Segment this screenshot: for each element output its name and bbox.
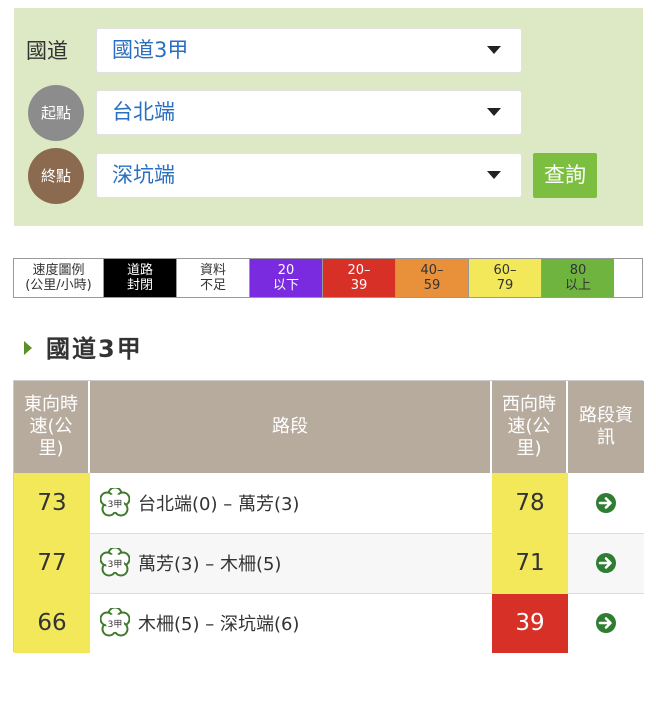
segment-name: 萬芳(3) – 木柵(5) — [138, 554, 282, 575]
arrow-right-circle-icon[interactable] — [595, 612, 617, 634]
table-row: 66 3甲 木柵(5) – 深坑端(6) 39 — [14, 593, 644, 653]
triangle-right-icon — [24, 341, 32, 355]
legend-cell: 速度圖例 (公里/小時) — [14, 259, 104, 297]
legend-label: 40– 59 — [420, 263, 444, 293]
legend-cell: 60– 79 — [469, 259, 542, 297]
start-select-value: 台北端 — [112, 100, 175, 124]
start-point-badge: 起點 — [28, 85, 84, 141]
legend-label: 速度圖例 (公里/小時) — [25, 263, 92, 293]
road-select-value: 國道3甲 — [112, 38, 189, 62]
legend-cell: 道路 封閉 — [104, 259, 177, 297]
header-segment: 路段 — [90, 381, 492, 473]
start-select[interactable]: 台北端 — [96, 90, 522, 135]
chevron-down-icon — [487, 108, 501, 116]
legend-cell: 80 以上 — [542, 259, 614, 297]
east-speed-cell: 73 — [14, 473, 90, 533]
east-speed-cell: 66 — [14, 593, 90, 653]
legend-label: 60– 79 — [493, 263, 517, 293]
row-divider — [14, 593, 644, 594]
table-row: 73 3甲 台北端(0) – 萬芳(3) 78 — [14, 473, 644, 533]
legend-label: 資料 不足 — [199, 263, 226, 293]
west-speed-cell: 39 — [492, 593, 568, 653]
legend-cell: 40– 59 — [396, 259, 469, 297]
east-speed-cell: 77 — [14, 533, 90, 593]
end-select[interactable]: 深坑端 — [96, 153, 522, 198]
highway-shield-icon: 3甲 — [100, 608, 130, 637]
west-speed-cell: 71 — [492, 533, 568, 593]
chevron-down-icon — [487, 171, 501, 179]
end-point-badge: 終點 — [28, 148, 84, 204]
arrow-right-circle-icon[interactable] — [595, 552, 617, 574]
legend-cell: 資料 不足 — [177, 259, 250, 297]
highway-shield-icon: 3甲 — [100, 488, 130, 517]
road-select[interactable]: 國道3甲 — [96, 28, 522, 73]
segment-name: 木柵(5) – 深坑端(6) — [138, 614, 300, 635]
segment-name: 台北端(0) – 萬芳(3) — [138, 494, 300, 515]
table-row: 77 3甲 萬芳(3) – 木柵(5) 71 — [14, 533, 644, 593]
search-panel: 國道 國道3甲 起點 台北端 終點 深坑端 查詢 — [14, 8, 643, 226]
legend-label: 20 以下 — [272, 263, 299, 293]
segment-info-cell — [568, 593, 644, 653]
row-divider — [14, 533, 644, 534]
chevron-down-icon — [487, 46, 501, 54]
legend-label: 20– 39 — [347, 263, 371, 293]
header-west-speed: 西向時 速(公 里) — [492, 381, 568, 473]
segment-cell: 3甲 木柵(5) – 深坑端(6) — [90, 593, 492, 653]
legend-label: 道路 封閉 — [126, 263, 153, 293]
speed-legend: 速度圖例 (公里/小時) 道路 封閉 資料 不足 20 以下 20– 39 40… — [13, 258, 643, 298]
query-button[interactable]: 查詢 — [533, 153, 597, 198]
arrow-right-circle-icon[interactable] — [595, 492, 617, 514]
start-row: 起點 台北端 — [14, 85, 643, 141]
traffic-table: 東向時 速(公 里) 路段 西向時 速(公 里) 路段資 訊 73 3甲 台北端(0… — [13, 380, 644, 653]
header-east-speed: 東向時 速(公 里) — [14, 381, 90, 473]
segment-cell: 3甲 台北端(0) – 萬芳(3) — [90, 473, 492, 533]
road-row: 國道 國道3甲 — [14, 28, 643, 74]
highway-shield-label: 3甲 — [108, 559, 123, 570]
segment-cell: 3甲 萬芳(3) – 木柵(5) — [90, 533, 492, 593]
legend-cell: 20 以下 — [250, 259, 323, 297]
road-label: 國道 — [26, 39, 68, 63]
highway-shield-label: 3甲 — [108, 499, 123, 510]
legend-label: 80 以上 — [564, 263, 591, 293]
legend-cell: 20– 39 — [323, 259, 396, 297]
section-title-text: 國道3甲 — [46, 335, 143, 363]
highway-shield-label: 3甲 — [108, 619, 123, 630]
highway-shield-icon: 3甲 — [100, 548, 130, 577]
segment-info-cell — [568, 473, 644, 533]
segment-info-cell — [568, 533, 644, 593]
header-segment-info: 路段資 訊 — [579, 405, 633, 448]
end-select-value: 深坑端 — [112, 163, 175, 187]
west-speed-cell: 78 — [492, 473, 568, 533]
table-header: 東向時 速(公 里) 路段 西向時 速(公 里) 路段資 訊 — [14, 381, 644, 473]
